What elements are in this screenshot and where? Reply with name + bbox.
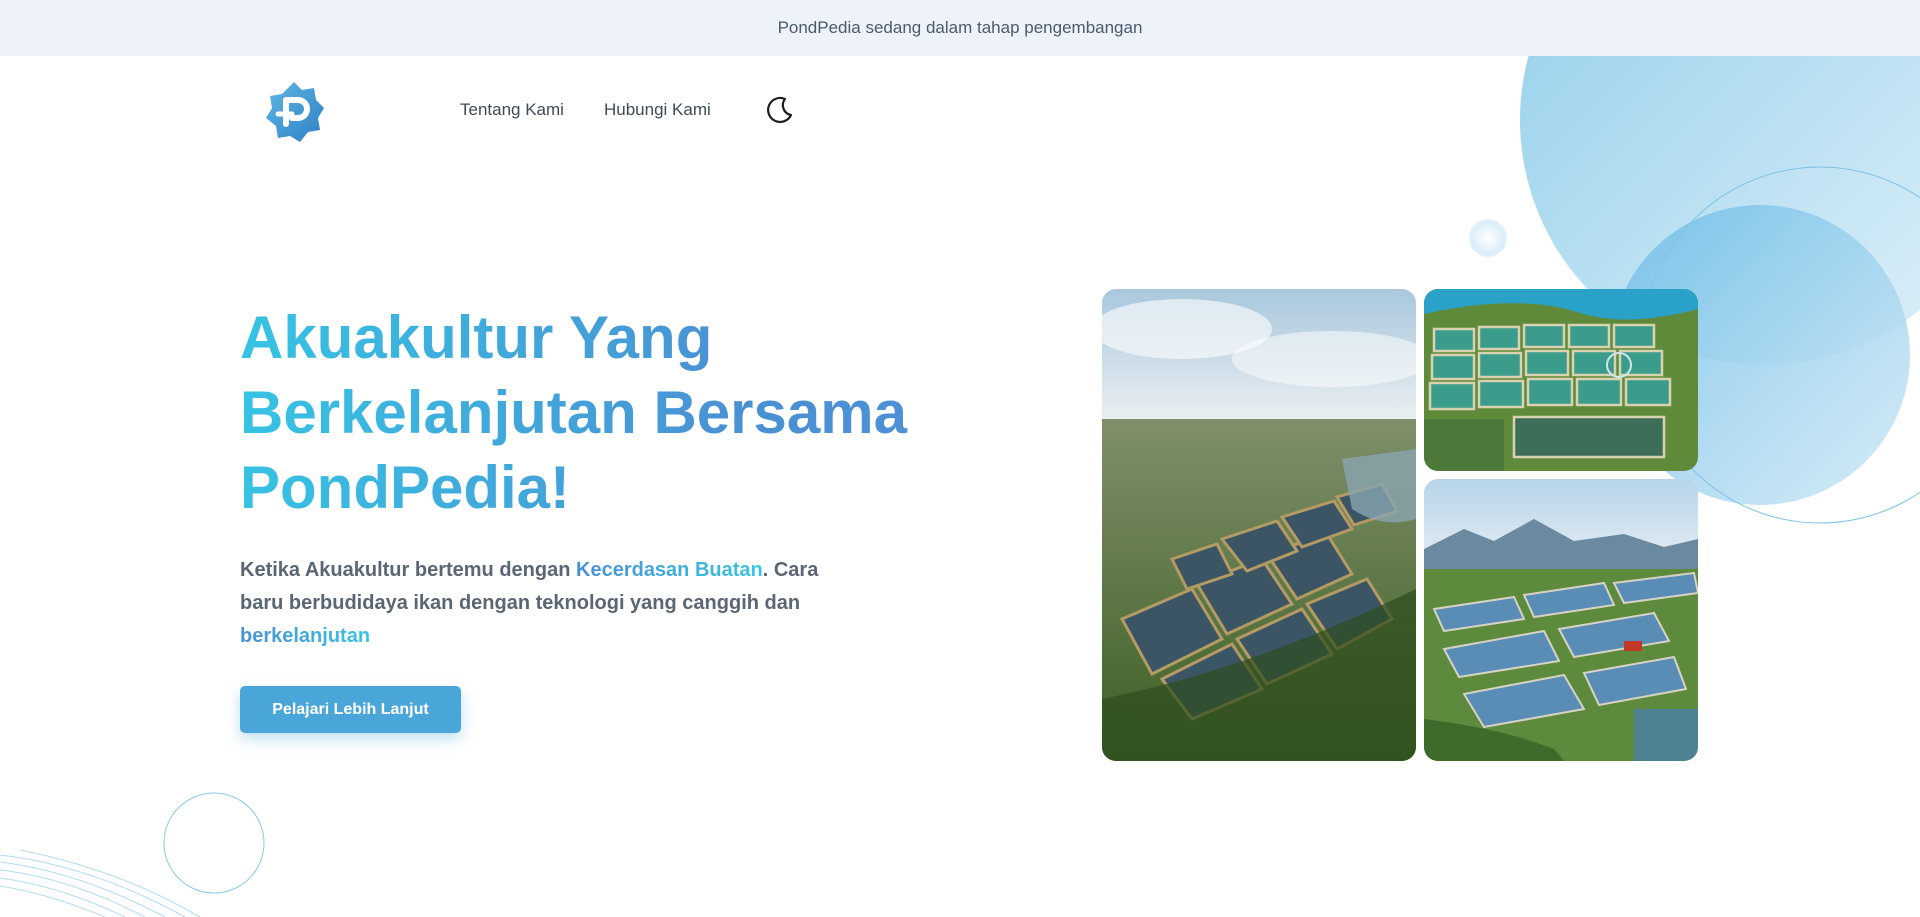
navbar: Tentang Kami Hubungi Kami <box>0 56 1920 164</box>
hero-title-line-1: Akuakultur Yang <box>240 304 713 371</box>
moon-icon[interactable] <box>764 94 796 126</box>
nav-link-tentang-kami[interactable]: Tentang Kami <box>460 100 564 120</box>
nav-link-hubungi-kami[interactable]: Hubungi Kami <box>604 100 711 120</box>
hero-title-line-3: PondPedia! <box>240 454 571 521</box>
hero-desc-part-1: Ketika Akuakultur bertemu dengan <box>240 559 576 581</box>
aerial-ponds-mountains-photo <box>1424 479 1698 761</box>
learn-more-button[interactable]: Pelajari Lebih Lanjut <box>240 686 461 733</box>
development-banner: PondPedia sedang dalam tahap pengembanga… <box>0 0 1920 56</box>
aerial-aquaculture-ponds-photo <box>1102 289 1416 761</box>
hero-title: Akuakultur Yang Berkelanjutan Bersama Po… <box>240 300 960 525</box>
hero-desc-highlight-ai: Kecerdasan Buatan <box>576 559 763 581</box>
hero-title-line-2: Berkelanjutan Bersama <box>240 379 907 446</box>
banner-text: PondPedia sedang dalam tahap pengembanga… <box>777 18 1143 37</box>
hero-desc-highlight-sustainable: berkelanjutan <box>240 625 371 647</box>
hero-description: Ketika Akuakultur bertemu dengan Kecerda… <box>240 554 840 653</box>
aerial-square-ponds-photo <box>1424 289 1698 471</box>
pondpedia-logo-icon[interactable] <box>262 80 326 144</box>
